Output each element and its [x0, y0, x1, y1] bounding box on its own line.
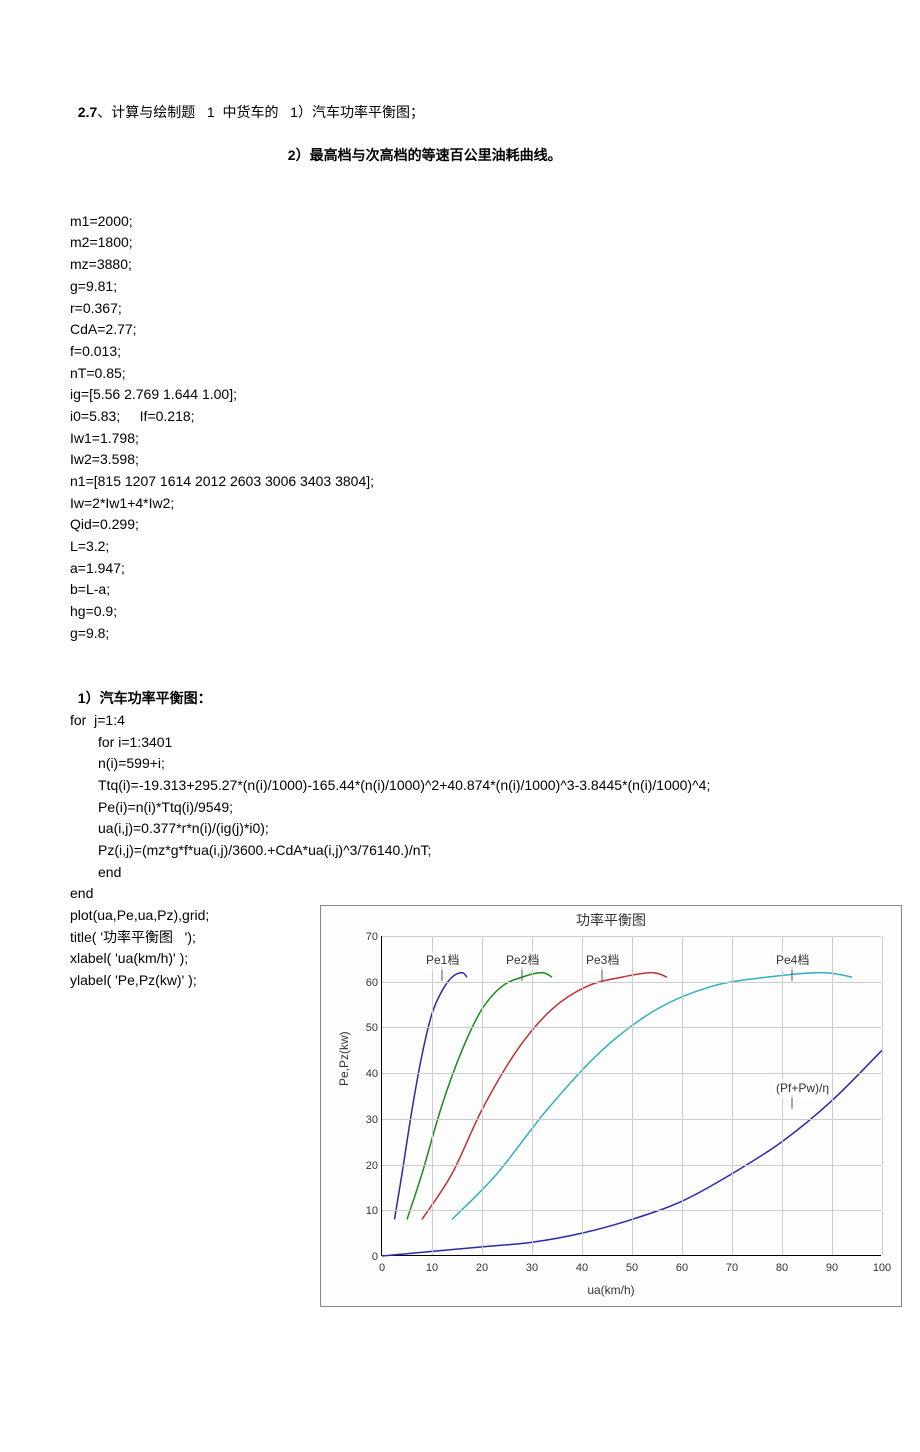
curve-Pe1档: [395, 973, 468, 1220]
code-line: Ttq(i)=-19.313+295.27*(n(i)/1000)-165.44…: [70, 775, 850, 797]
grid-line-v: [832, 936, 833, 1255]
code-line: ig=[5.56 2.769 1.644 1.00];: [70, 384, 850, 406]
xtick-label: 0: [372, 1260, 392, 1277]
xtick-label: 70: [722, 1260, 742, 1277]
code-line: end: [70, 862, 850, 884]
grid-line-v: [482, 936, 483, 1255]
xtick-label: 20: [472, 1260, 492, 1277]
code-line: CdA=2.77;: [70, 319, 850, 341]
xtick-label: 100: [872, 1260, 892, 1277]
code-line: f=0.013;: [70, 341, 850, 363]
code-line: mz=3880;: [70, 254, 850, 276]
curve-annotation: Pe1档: [424, 951, 461, 970]
ytick-label: 30: [354, 1112, 378, 1129]
curve-annotation: Pe2档: [504, 951, 541, 970]
code-line: Iw=2*Iw1+4*Iw2;: [70, 493, 850, 515]
code-line: ua(i,j)=0.377*r*n(i)/(ig(j)*i0);: [70, 818, 850, 840]
grid-line-v: [732, 936, 733, 1255]
code-block-inner-loop: for i=1:3401n(i)=599+i;Ttq(i)=-19.313+29…: [70, 732, 850, 884]
code-line: L=3.2;: [70, 536, 850, 558]
code-line: m1=2000;: [70, 211, 850, 233]
curve-annotation: Pe4档: [774, 951, 811, 970]
grid-line-v: [632, 936, 633, 1255]
problem-header-line1: 2.7、计算与绘制题 1 中货车的 1）汽车功率平衡图；: [70, 80, 850, 123]
ytick-label: 40: [354, 1066, 378, 1083]
section1-title: 1）汽车功率平衡图：: [70, 667, 850, 710]
chart-ylabel: Pe,Pz(kw): [335, 1031, 354, 1086]
code-for-outer-open: for j=1:4: [70, 710, 850, 732]
section1-title-text: 1）汽车功率平衡图：: [78, 690, 212, 706]
code-line: Pe(i)=n(i)*Ttq(i)/9549;: [70, 797, 850, 819]
code-block-parameters: m1=2000;m2=1800;mz=3880;g=9.81;r=0.367;C…: [70, 211, 850, 645]
problem-header-line2-text: 2）最高档与次高档的等速百公里油耗曲线。: [288, 147, 562, 163]
code-line: b=L-a;: [70, 579, 850, 601]
xtick-label: 60: [672, 1260, 692, 1277]
curve-Pe3档: [422, 973, 667, 1220]
xtick-label: 30: [522, 1260, 542, 1277]
power-balance-chart: 功率平衡图 0102030405060700102030405060708090…: [320, 905, 902, 1307]
plot-area: 0102030405060700102030405060708090100Pe1…: [381, 936, 881, 1256]
code-line: n1=[815 1207 1614 2012 2603 3006 3403 38…: [70, 471, 850, 493]
code-line: Iw2=3.598;: [70, 449, 850, 471]
code-line: a=1.947;: [70, 558, 850, 580]
ytick-label: 50: [354, 1020, 378, 1037]
code-line: n(i)=599+i;: [70, 753, 850, 775]
ytick-label: 10: [354, 1203, 378, 1220]
problem-header-line2: 2）最高档与次高档的等速百公里油耗曲线。: [70, 123, 850, 166]
curve-annotation: (Pf+Pw)/η: [774, 1079, 831, 1098]
code-line: m2=1800;: [70, 232, 850, 254]
grid-line-v: [532, 936, 533, 1255]
xtick-label: 90: [822, 1260, 842, 1277]
curve-annotation: Pe3档: [584, 951, 621, 970]
chart-xlabel: ua(km/h): [321, 1281, 901, 1300]
grid-line-v: [682, 936, 683, 1255]
grid-line-v: [582, 936, 583, 1255]
code-line: Qid=0.299;: [70, 514, 850, 536]
code-line: g=9.8;: [70, 623, 850, 645]
code-line: g=9.81;: [70, 276, 850, 298]
code-line: for i=1:3401: [70, 732, 850, 754]
xtick-label: 40: [572, 1260, 592, 1277]
xtick-label: 50: [622, 1260, 642, 1277]
ytick-label: 60: [354, 975, 378, 992]
code-line: nT=0.85;: [70, 363, 850, 385]
grid-line-v: [882, 936, 883, 1255]
grid-line-v: [432, 936, 433, 1255]
problem-number: 2.7: [78, 104, 97, 120]
code-for-outer-close: end: [70, 883, 850, 905]
code-line: r=0.367;: [70, 298, 850, 320]
xtick-label: 80: [772, 1260, 792, 1277]
xtick-label: 10: [422, 1260, 442, 1277]
ytick-label: 20: [354, 1158, 378, 1175]
chart-title: 功率平衡图: [321, 910, 901, 932]
ytick-label: 70: [354, 929, 378, 946]
problem-header-line1-text: 、计算与绘制题 1 中货车的 1）汽车功率平衡图；: [97, 104, 424, 120]
code-line: hg=0.9;: [70, 601, 850, 623]
code-line: Iw1=1.798;: [70, 428, 850, 450]
curve-Pe2档: [407, 973, 552, 1220]
code-line: Pz(i,j)=(mz*g*f*ua(i,j)/3600.+CdA*ua(i,j…: [70, 840, 850, 862]
code-line: i0=5.83; If=0.218;: [70, 406, 850, 428]
